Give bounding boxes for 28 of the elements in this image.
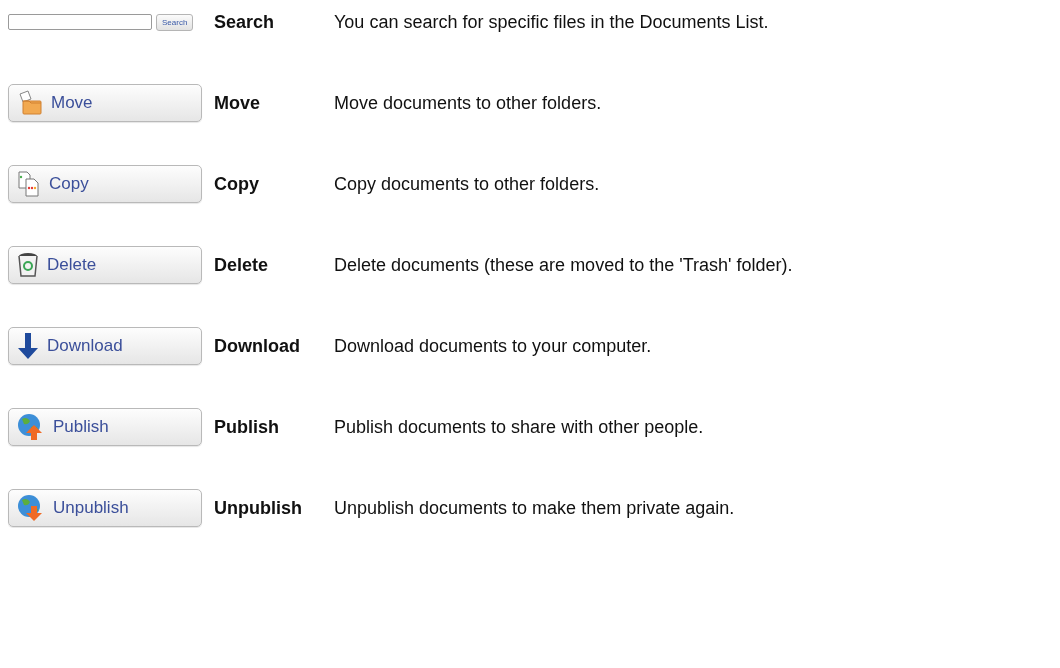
globe-down-arrow-icon — [17, 494, 45, 522]
trash-can-icon — [17, 252, 39, 278]
feature-name: Move — [214, 92, 261, 114]
delete-button[interactable]: Delete — [8, 246, 202, 284]
feature-name: Unpublish — [214, 497, 303, 519]
feature-description: Delete documents (these are moved to the 'Trash' folder). — [334, 254, 794, 276]
feature-description: Download documents to your computer. — [334, 335, 653, 357]
download-button[interactable]: Download — [8, 327, 202, 365]
feature-name: Download — [214, 335, 301, 357]
copy-button[interactable]: Copy — [8, 165, 202, 203]
move-button[interactable]: Move — [8, 84, 202, 122]
unpublish-button[interactable]: Unpublish — [8, 489, 202, 527]
search-field[interactable] — [8, 14, 152, 30]
documents-icon — [17, 171, 41, 197]
folder-icon — [17, 90, 43, 116]
feature-description: Move documents to other folders. — [334, 92, 603, 114]
feature-description: Publish documents to share with other people. — [334, 416, 705, 438]
feature-description: Copy documents to other folders. — [334, 173, 601, 195]
publish-button[interactable]: Publish — [8, 408, 202, 446]
feature-name: Publish — [214, 416, 280, 438]
feature-description: You can search for specific files in the Documents List. — [334, 11, 770, 33]
feature-name: Delete — [214, 254, 270, 276]
search-button[interactable]: Search — [156, 13, 194, 31]
globe-up-arrow-icon — [17, 413, 45, 441]
feature-description: Unpublish documents to make them private again. — [334, 497, 736, 519]
feature-name: Search — [214, 11, 276, 33]
down-arrow-icon — [17, 332, 39, 360]
feature-name: Copy — [214, 173, 260, 195]
